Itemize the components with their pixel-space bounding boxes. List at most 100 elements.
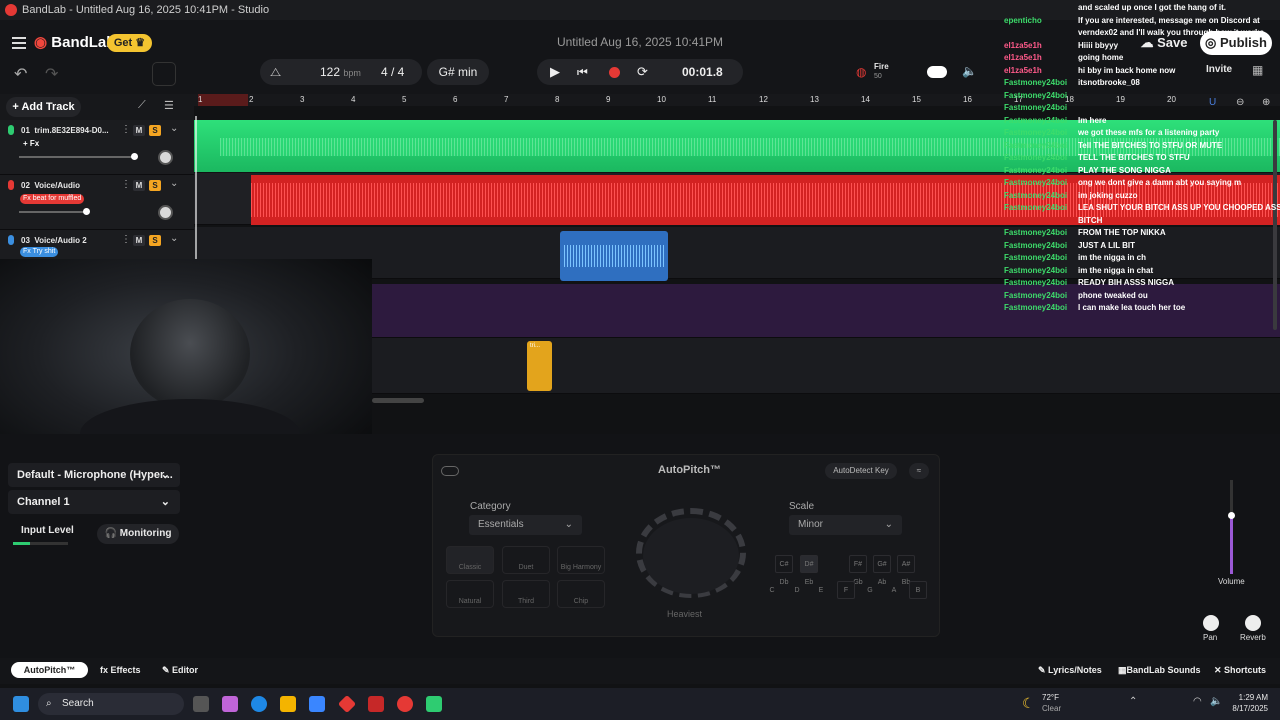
- key-csharp[interactable]: C# Db: [775, 555, 793, 586]
- monitoring-button[interactable]: 🎧 Monitoring: [97, 524, 179, 544]
- volume-slider[interactable]: [19, 153, 138, 160]
- audio-clip[interactable]: [560, 231, 668, 281]
- preset-duet[interactable]: Duet: [502, 546, 550, 574]
- bandlab-sounds-button[interactable]: ▦BandLab Sounds: [1118, 665, 1201, 676]
- volume-slider[interactable]: [19, 208, 90, 215]
- key-f[interactable]: F: [837, 581, 855, 599]
- file-explorer-icon[interactable]: [280, 696, 296, 712]
- autodetect-key-button[interactable]: AutoDetect Key: [825, 463, 897, 479]
- mute-button[interactable]: M: [133, 180, 145, 191]
- play-icon[interactable]: ▶: [550, 59, 560, 85]
- fx-button[interactable]: Fx Try shit: [20, 247, 59, 257]
- key-g[interactable]: G: [861, 581, 879, 599]
- pan-knob[interactable]: [158, 150, 173, 165]
- autopitch-toggle[interactable]: [441, 466, 459, 476]
- fire-preset[interactable]: ◍ Fire 50: [848, 58, 968, 86]
- loop-icon[interactable]: ⟳: [637, 59, 648, 85]
- key-gsharp[interactable]: G# Ab: [873, 555, 891, 586]
- store-icon[interactable]: [309, 696, 325, 712]
- editor-tab[interactable]: ✎ Editor: [162, 665, 198, 676]
- speaker-icon[interactable]: 🔈: [962, 64, 977, 78]
- add-track-button[interactable]: + Add Track: [6, 97, 81, 117]
- mute-button[interactable]: M: [133, 235, 145, 246]
- bandlab-logo[interactable]: ◉ BandLab: [34, 33, 115, 51]
- track-02[interactable]: 02 Voice/Audio ⋮ M S ⌄ Fx beat for muffl…: [0, 175, 194, 230]
- preset-third[interactable]: Third: [502, 580, 550, 608]
- scale-select[interactable]: Minor ⌄: [789, 515, 902, 535]
- preset-chip[interactable]: Chip: [557, 580, 605, 608]
- solo-button[interactable]: S: [149, 180, 161, 191]
- key-asharp[interactable]: A# Bb: [897, 555, 915, 586]
- automation-icon[interactable]: ⟋: [138, 99, 146, 112]
- dial-label: Heaviest: [667, 609, 703, 619]
- effects-tab[interactable]: fx Effects: [100, 665, 141, 675]
- preset-natural[interactable]: Natural: [446, 580, 494, 608]
- key-dsharp[interactable]: D# Eb: [800, 555, 818, 586]
- bpm-value[interactable]: 122 bpm: [320, 59, 361, 86]
- settings-icon[interactable]: ≈: [909, 463, 929, 479]
- track-menu-icon[interactable]: ⋮: [121, 234, 131, 245]
- volume-knob[interactable]: [83, 208, 90, 215]
- fx-button[interactable]: Fx beat for muffled: [20, 194, 85, 204]
- volume-fader[interactable]: [1228, 480, 1235, 574]
- fire-toggle[interactable]: [927, 66, 947, 78]
- solo-button[interactable]: S: [149, 235, 161, 246]
- preset-big-harmony[interactable]: Big Harmony: [557, 546, 605, 574]
- pan-knob[interactable]: [1203, 615, 1219, 631]
- key-c[interactable]: C: [763, 581, 781, 599]
- bandlab-taskbar-icon[interactable]: [397, 696, 413, 712]
- taskbar-search[interactable]: ⌕ Search: [38, 693, 184, 715]
- chevron-down-icon[interactable]: ⌄: [170, 123, 178, 134]
- track-03[interactable]: 03 Voice/Audio 2 ⋮ M S ⌄ Fx Try shit: [0, 230, 194, 260]
- reverb-knob[interactable]: [1245, 615, 1261, 631]
- horizontal-scrollbar[interactable]: [372, 398, 424, 403]
- mcafee-icon[interactable]: [368, 696, 384, 712]
- app-icon-green[interactable]: [426, 696, 442, 712]
- tray-chevron-icon[interactable]: ⌃: [1129, 696, 1137, 707]
- tool-icon[interactable]: [152, 62, 176, 86]
- strength-dial[interactable]: [643, 518, 739, 594]
- volume-knob[interactable]: [131, 153, 138, 160]
- undo-icon[interactable]: ↶: [14, 64, 27, 84]
- fx-button[interactable]: + Fx: [20, 139, 42, 149]
- shortcuts-button[interactable]: ✕ Shortcuts: [1214, 665, 1266, 676]
- mute-button[interactable]: M: [133, 125, 145, 136]
- autopitch-tab[interactable]: AutoPitch™: [11, 662, 88, 678]
- rewind-icon[interactable]: ⏮: [577, 59, 588, 85]
- project-title[interactable]: Untitled Aug 16, 2025 10:41PM: [520, 35, 760, 49]
- key-a[interactable]: A: [885, 581, 903, 599]
- key-d[interactable]: D: [788, 581, 806, 599]
- task-view-icon[interactable]: [193, 696, 209, 712]
- chevron-down-icon[interactable]: ⌄: [170, 233, 178, 244]
- app-icon-red[interactable]: [337, 694, 357, 714]
- edge-icon[interactable]: [251, 696, 267, 712]
- chevron-down-icon[interactable]: ⌄: [170, 178, 178, 189]
- input-device-select[interactable]: Default - Microphone (Hyper... ⌄: [8, 463, 180, 487]
- time-signature[interactable]: 4 / 4: [381, 59, 404, 85]
- key-b[interactable]: B: [909, 581, 927, 599]
- category-select[interactable]: Essentials ⌄: [469, 515, 582, 535]
- volume-icon[interactable]: 🔈: [1210, 696, 1222, 707]
- track-menu-icon[interactable]: ⋮: [121, 179, 131, 190]
- loop-region[interactable]: [198, 94, 248, 106]
- track-01[interactable]: 01 trim.8E32E894-D0... ⋮ M S ⌄ + Fx: [0, 120, 194, 175]
- menu-icon[interactable]: [12, 37, 26, 49]
- preset-classic[interactable]: Classic: [446, 546, 494, 574]
- key-fsharp[interactable]: F# Gb: [849, 555, 867, 586]
- lyrics-notes-button[interactable]: ✎ Lyrics/Notes: [1038, 665, 1102, 676]
- track-settings-icon[interactable]: ☰: [164, 99, 174, 112]
- metronome-icon[interactable]: ⧍: [270, 59, 281, 85]
- audio-clip[interactable]: tri...: [527, 341, 552, 391]
- channel-select[interactable]: Channel 1 ⌄: [8, 490, 180, 514]
- record-icon[interactable]: [609, 67, 620, 78]
- get-membership-button[interactable]: Get ♛: [107, 34, 152, 52]
- track-menu-icon[interactable]: ⋮: [121, 124, 131, 135]
- copilot-icon[interactable]: [222, 696, 238, 712]
- key-e[interactable]: E: [812, 581, 830, 599]
- pan-knob[interactable]: [158, 205, 173, 220]
- wifi-icon[interactable]: ◠: [1193, 696, 1202, 707]
- key-selector[interactable]: G# min: [427, 59, 489, 85]
- solo-button[interactable]: S: [149, 125, 161, 136]
- redo-icon[interactable]: ↷: [45, 64, 58, 84]
- windows-start-icon[interactable]: [13, 696, 29, 712]
